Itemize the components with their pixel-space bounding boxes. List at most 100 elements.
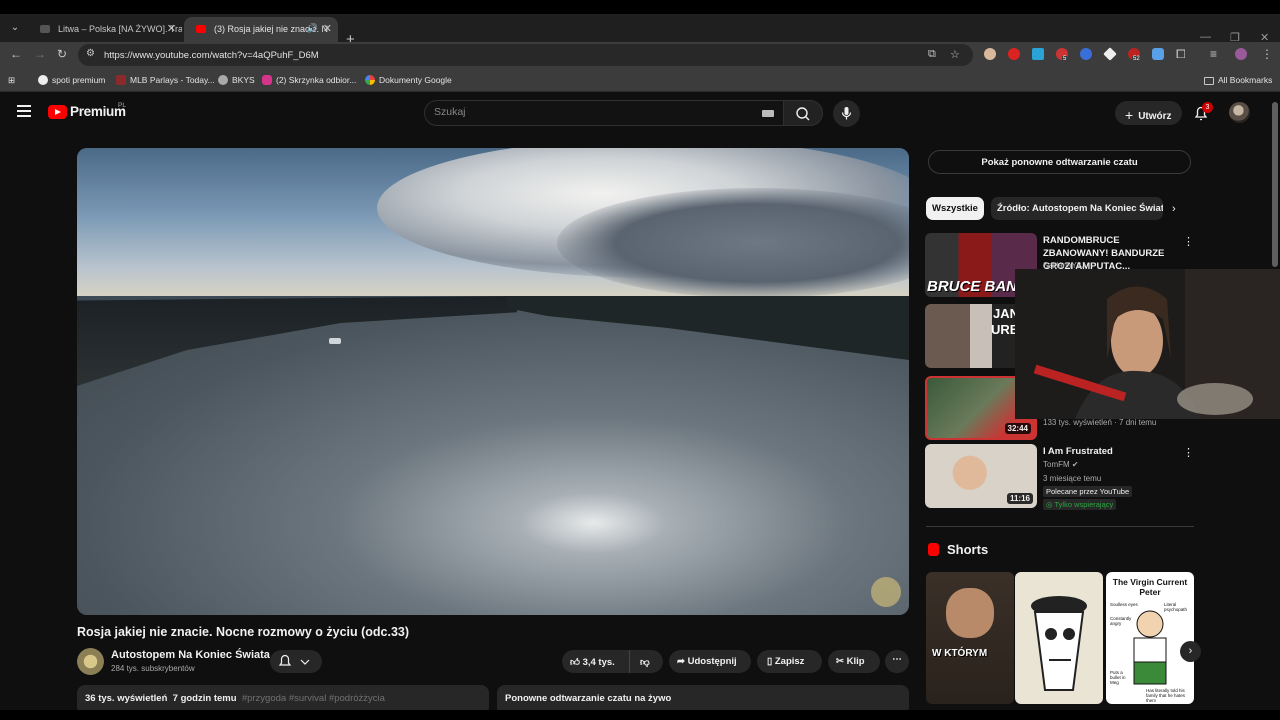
bookmark-label: MLB Parlays - Today... bbox=[130, 75, 215, 85]
thumbs-up-icon: 👍︎ bbox=[570, 657, 580, 668]
notification-count-badge: 3 bbox=[1202, 102, 1213, 113]
dislike-button[interactable]: 👎︎ bbox=[629, 650, 663, 673]
bookmark-item[interactable]: (2) Skrzynka odbior... bbox=[262, 75, 356, 85]
short-item[interactable]: The Virgin Current Peter Soulless eyes L… bbox=[1106, 572, 1194, 704]
close-icon[interactable]: ✕ bbox=[167, 22, 176, 35]
chevron-right-icon[interactable]: › bbox=[1180, 641, 1201, 662]
hamburger-menu-icon[interactable] bbox=[17, 105, 31, 120]
members-only-label: Tylko wspierający bbox=[1054, 500, 1114, 509]
chevron-right-icon[interactable]: › bbox=[1172, 203, 1176, 215]
extension-icon[interactable] bbox=[1008, 48, 1020, 60]
short-thumbnail-cartoon bbox=[1031, 596, 1087, 691]
recommendation-channel: TomFM bbox=[1043, 460, 1070, 469]
browser-toolbar: ← → ↻ ⚙ https://www.youtube.com/watch?v=… bbox=[0, 42, 1280, 68]
apps-grid-icon[interactable]: ⊞ bbox=[8, 75, 15, 86]
search-input[interactable] bbox=[434, 106, 734, 118]
video-duration: 11:16 bbox=[1006, 493, 1033, 504]
recommended-badge: Polecane przez YouTube bbox=[1043, 486, 1133, 497]
short-item[interactable]: W KTÓRYM bbox=[926, 572, 1014, 704]
menu-kebab-icon[interactable]: ⋮ bbox=[1261, 47, 1273, 61]
browser-tab-1[interactable]: Litwa – Polska [NA ŻYWO]. Tran ✕ bbox=[28, 17, 182, 42]
search-button[interactable] bbox=[783, 100, 823, 126]
share-arrow-icon: ➦ bbox=[677, 656, 685, 667]
video-player[interactable] bbox=[77, 148, 909, 615]
scissors-icon: ✂ bbox=[836, 656, 844, 667]
video-thumbnail[interactable]: 11:16 bbox=[925, 444, 1037, 508]
more-vertical-icon[interactable]: ⋮ bbox=[1183, 235, 1194, 248]
speaker-icon[interactable]: 🔊 bbox=[307, 23, 318, 34]
create-label: Utwórz bbox=[1138, 111, 1172, 122]
verified-check-icon: ✔ bbox=[1071, 460, 1079, 469]
extension-badge: 5 bbox=[1062, 56, 1068, 62]
more-vertical-icon[interactable]: ⋮ bbox=[1183, 446, 1194, 459]
bookmark-item[interactable]: Dokumenty Google bbox=[365, 75, 452, 85]
bookmark-favicon-icon bbox=[218, 75, 228, 85]
voice-search-button[interactable] bbox=[833, 100, 860, 127]
save-label: Zapisz bbox=[774, 656, 805, 667]
media-control-icon[interactable]: ≡ bbox=[1210, 47, 1217, 61]
bookmark-label: (2) Skrzynka odbior... bbox=[276, 75, 357, 85]
create-button[interactable]: + Utwórz bbox=[1115, 101, 1182, 125]
more-actions-button[interactable]: ⋯ bbox=[885, 650, 909, 673]
bookmark-star-icon[interactable]: ☆ bbox=[950, 48, 960, 61]
recommendation-item[interactable]: 11:16 I Am Frustrated TomFM ✔ 3 miesiące… bbox=[925, 444, 1195, 510]
forward-icon[interactable]: → bbox=[34, 47, 46, 61]
short-item[interactable] bbox=[1015, 572, 1103, 704]
profile-avatar[interactable] bbox=[1235, 48, 1247, 60]
all-bookmarks[interactable]: All Bookmarks bbox=[1204, 75, 1272, 85]
bookmarks-bar: ⊞ spoti premium MLB Parlays - Today... B… bbox=[0, 68, 1280, 92]
all-bookmarks-label: All Bookmarks bbox=[1218, 75, 1273, 85]
like-count: 3,4 tys. bbox=[582, 657, 615, 668]
clip-button[interactable]: ✂ Klip bbox=[828, 650, 880, 673]
clip-label: Klip bbox=[846, 656, 865, 667]
video-title: Rosja jakiej nie znacie. Nocne rozmowy o… bbox=[77, 625, 410, 639]
show-chat-replay-button[interactable]: Pokaż ponowne odtwarzanie czatu bbox=[928, 150, 1191, 174]
extension-icon[interactable] bbox=[1152, 48, 1164, 60]
members-icon: ◎ bbox=[1046, 500, 1053, 509]
chat-replay-label: Pokaż ponowne odtwarzanie czatu bbox=[981, 157, 1138, 168]
tab-favicon-icon bbox=[40, 25, 50, 33]
channel-name[interactable]: Autostopem Na Koniec Świata bbox=[111, 649, 270, 661]
extension-icon[interactable] bbox=[1080, 48, 1092, 60]
chip-all[interactable]: Wszystkie bbox=[926, 197, 984, 220]
extension-icon[interactable] bbox=[1032, 48, 1044, 60]
github-icon bbox=[38, 75, 48, 85]
google-icon bbox=[365, 75, 375, 85]
reload-icon[interactable]: ↻ bbox=[57, 47, 67, 61]
extension-icon[interactable] bbox=[1103, 47, 1117, 61]
chip-label: Wszystkie bbox=[932, 203, 978, 214]
tab-search-button[interactable]: ⌄ bbox=[6, 19, 24, 37]
browser-tab-2[interactable]: (3) Rosja jakiej nie znacie. N 🔊 ✕ bbox=[184, 17, 338, 42]
url-text[interactable]: https://www.youtube.com/watch?v=4aQPuhF_… bbox=[104, 50, 319, 61]
channel-avatar[interactable] bbox=[77, 648, 104, 675]
hashtags[interactable]: #przygoda #survival #podróżżycia bbox=[242, 693, 385, 704]
bookmark-item[interactable]: BKYS bbox=[218, 75, 255, 85]
install-app-icon[interactable]: ⧉ bbox=[928, 48, 936, 61]
bookmark-item[interactable]: spoti premium bbox=[38, 75, 105, 85]
channel-watermark-icon[interactable] bbox=[871, 577, 901, 607]
youtube-logo-icon[interactable] bbox=[48, 105, 67, 119]
short-annotation: Puts a bullet in Meg bbox=[1110, 670, 1126, 685]
keyboard-icon[interactable] bbox=[762, 110, 774, 117]
recommendation-meta: 133 tys. wyświetleń · 7 dni temu bbox=[1043, 418, 1157, 427]
close-icon[interactable]: ✕ bbox=[323, 22, 332, 35]
shorts-icon bbox=[928, 543, 939, 556]
search-box bbox=[424, 100, 784, 126]
back-icon[interactable]: ← bbox=[10, 47, 22, 61]
extension-icon[interactable] bbox=[984, 48, 996, 60]
share-button[interactable]: ➦ Udostępnij bbox=[669, 650, 751, 673]
subscription-bell-button[interactable] bbox=[270, 650, 322, 673]
thumbnail-text: BRUCE BANA bbox=[927, 278, 1028, 295]
extensions-puzzle-icon[interactable]: ⧠ bbox=[1176, 47, 1186, 62]
save-button[interactable]: ▯ Zapisz bbox=[757, 650, 822, 673]
webcam-overlay bbox=[1015, 269, 1280, 419]
like-button[interactable]: 👍︎ 3,4 tys. bbox=[562, 650, 629, 673]
site-info-icon[interactable]: ⚙ bbox=[86, 48, 95, 59]
account-avatar[interactable] bbox=[1229, 102, 1250, 123]
chip-source[interactable]: Źródło: Autostopem Na Koniec Świata bbox=[991, 197, 1163, 220]
subscriber-count: 284 tys. subskrybentów bbox=[111, 664, 195, 673]
video-frame-boat bbox=[329, 338, 341, 344]
scrollbar-thumb[interactable] bbox=[1272, 102, 1278, 267]
address-bar[interactable]: ⚙ https://www.youtube.com/watch?v=4aQPuh… bbox=[78, 44, 973, 66]
bookmark-item[interactable]: MLB Parlays - Today... bbox=[116, 75, 215, 85]
